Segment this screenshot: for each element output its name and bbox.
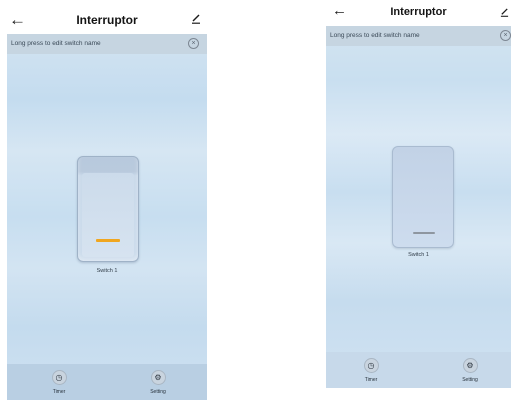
timer-button[interactable]: ◷ Timer — [39, 370, 79, 395]
switch-paddle — [82, 173, 134, 257]
clock-icon: ◷ — [363, 358, 379, 373]
close-icon[interactable]: × — [188, 38, 199, 49]
setting-label: Setting — [462, 377, 478, 383]
gear-icon: ⚙ — [462, 358, 478, 373]
hint-banner: Long press to edit switch name × — [326, 26, 511, 46]
setting-label: Setting — [150, 389, 166, 395]
switch-name-label: Switch 1 — [408, 252, 429, 258]
page-title: Interruptor — [390, 6, 447, 18]
screen-switch-off: ← Interruptor Long press to edit switch … — [326, 0, 511, 388]
switch-indicator-off — [413, 232, 435, 234]
switch-indicator-on — [96, 239, 120, 242]
setting-button[interactable]: ⚙ Setting — [138, 370, 178, 395]
screen-switch-on: ← Interruptor Long press to edit switch … — [7, 4, 207, 400]
gear-icon: ⚙ — [150, 370, 166, 385]
close-icon[interactable]: × — [500, 30, 511, 41]
clock-icon: ◷ — [51, 370, 67, 385]
setting-button[interactable]: ⚙ Setting — [450, 358, 490, 383]
pencil-icon[interactable] — [191, 12, 201, 28]
switch-name-label: Switch 1 — [96, 268, 118, 274]
top-bar: ← Interruptor — [7, 4, 207, 34]
timer-button[interactable]: ◷ Timer — [351, 358, 391, 383]
bottom-toolbar: ◷ Timer ⚙ Setting — [326, 352, 511, 388]
wall-switch[interactable] — [77, 156, 139, 262]
wall-switch[interactable] — [392, 146, 454, 248]
hint-text: Long press to edit switch name — [330, 32, 420, 39]
timer-label: Timer — [364, 377, 378, 383]
pencil-icon[interactable] — [500, 5, 509, 21]
page-title: Interruptor — [76, 13, 138, 27]
top-bar: ← Interruptor — [326, 0, 511, 26]
hint-text: Long press to edit switch name — [11, 40, 101, 47]
bottom-toolbar: ◷ Timer ⚙ Setting — [7, 364, 207, 400]
timer-label: Timer — [52, 389, 66, 395]
hint-banner: Long press to edit switch name × — [7, 34, 207, 54]
